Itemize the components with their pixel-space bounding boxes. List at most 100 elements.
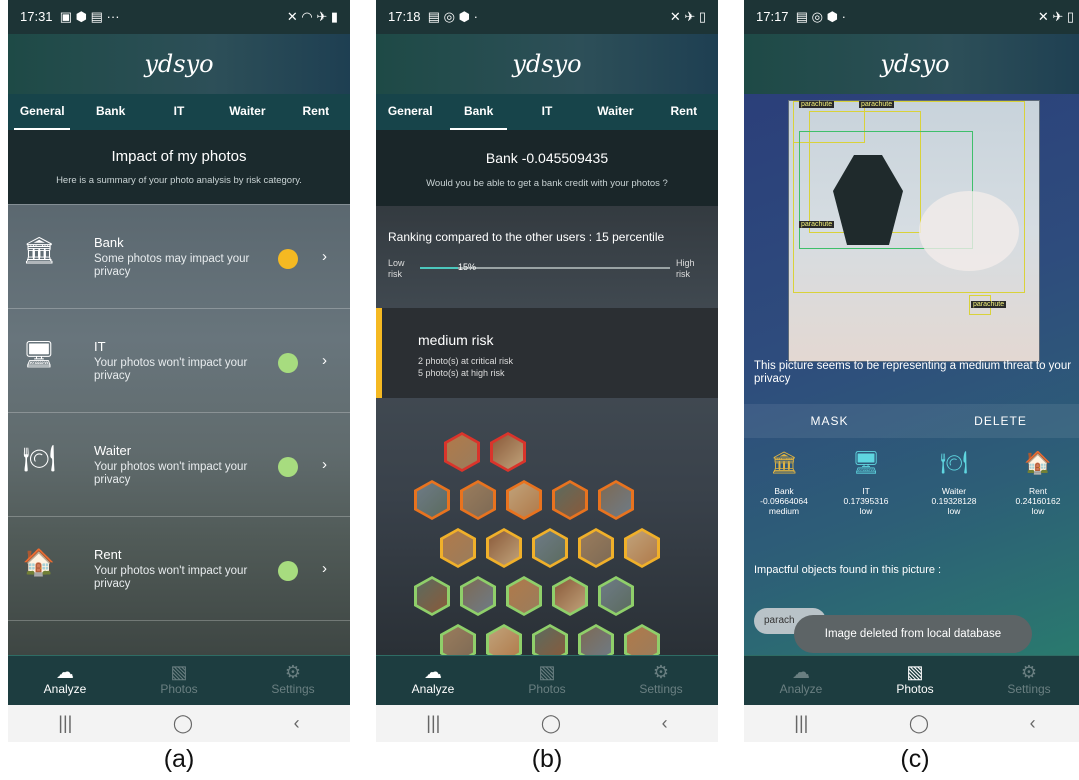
nav-photos[interactable]: ▧ Photos xyxy=(122,656,236,706)
nav-label: Settings xyxy=(639,682,683,696)
photo-thumbnail-image xyxy=(555,483,585,517)
home-button[interactable]: ◯ xyxy=(173,713,193,734)
photo-thumbnail-image xyxy=(535,627,565,655)
summary-subtitle: Here is a summary of your photo analysis… xyxy=(56,175,302,186)
home-button[interactable]: ◯ xyxy=(909,713,929,734)
photos-icon: ▧ xyxy=(906,662,924,682)
home-button[interactable]: ◯ xyxy=(541,713,561,734)
bank-icon: 🏛 xyxy=(22,235,56,265)
app-bar: ydsyo xyxy=(8,34,350,94)
gear-icon: ⚙ xyxy=(284,662,302,682)
score-rent: 🏠 Rent 0.24160162 low xyxy=(998,450,1078,517)
score-waiter: 🍽 Waiter 0.19328128 low xyxy=(914,450,994,517)
high-count: 5 photo(s) at high risk xyxy=(418,368,505,378)
tab-rent[interactable]: Rent xyxy=(282,94,350,130)
cloud-shape xyxy=(919,191,1019,271)
detection-tag: parachute xyxy=(799,101,835,108)
category-label: Rent xyxy=(94,547,122,562)
ranking-text: Ranking compared to the other users : 15… xyxy=(388,230,665,244)
score-level: medium xyxy=(768,506,800,516)
recents-button[interactable]: ||| xyxy=(58,713,72,734)
photo-detail-content: parachute parachute parachute parachute … xyxy=(744,94,1079,655)
chevron-right-icon[interactable]: › xyxy=(322,352,327,369)
bottom-navigation: ☁ Analyze ▧ Photos ⚙ Settings xyxy=(8,655,350,706)
back-button[interactable]: ‹ xyxy=(1030,713,1036,734)
nav-settings[interactable]: ⚙ Settings xyxy=(236,656,350,706)
status-icons-right: ✕ ✈ ▯ xyxy=(1037,9,1074,24)
nav-settings[interactable]: ⚙ Settings xyxy=(972,656,1079,706)
back-button[interactable]: ‹ xyxy=(662,713,668,734)
chevron-right-icon[interactable]: › xyxy=(322,560,327,577)
percentile-value: 15% xyxy=(458,262,477,272)
category-row-waiter[interactable]: 🍽 Waiter Your photos won't impact your p… xyxy=(8,412,350,513)
nav-analyze[interactable]: ☁ Analyze xyxy=(744,656,858,706)
toast-message: Image deleted from local database xyxy=(794,615,1032,653)
tab-bank[interactable]: Bank xyxy=(444,94,512,130)
score-it: 🖥 IT 0.17395316 low xyxy=(826,452,906,517)
bank-score-title: Bank -0.045509435 xyxy=(485,150,609,166)
photo-thumbnail-image xyxy=(627,627,657,655)
back-button[interactable]: ‹ xyxy=(294,713,300,734)
photos-icon: ▧ xyxy=(170,662,188,682)
category-row-bank[interactable]: 🏛 Bank Some photos may impact your priva… xyxy=(8,204,350,305)
nav-photos[interactable]: ▧ Photos xyxy=(490,656,604,706)
system-navigation: ||| ◯ ‹ xyxy=(744,705,1079,742)
tab-bar: General Bank IT Waiter Rent xyxy=(376,94,718,130)
house-icon: 🏠 xyxy=(1024,450,1052,475)
photo-thumbnail-image xyxy=(443,531,473,565)
category-description: Your photos won't impact your privacy xyxy=(94,357,248,382)
photo-thumbnail-image xyxy=(493,435,523,469)
app-logo: ydsyo xyxy=(144,50,214,78)
score-name: Rent xyxy=(1029,486,1047,496)
app-bar: ydsyo xyxy=(376,34,718,94)
status-icons-left: ▣ ⬢ ▤ ··· xyxy=(59,9,120,24)
tab-it[interactable]: IT xyxy=(513,94,581,130)
recents-button[interactable]: ||| xyxy=(794,713,808,734)
tab-general[interactable]: General xyxy=(8,94,76,130)
phone-bank: 17:18 ▤ ◎ ⬢ · ✕ ✈ ▯ ydsyo General Bank I… xyxy=(376,0,718,742)
score-bank: 🏛 Bank -0.09664064 medium xyxy=(744,452,824,517)
photo-thumbnail-image xyxy=(447,435,477,469)
nav-label: Settings xyxy=(271,682,315,696)
phone-photo-detail: 17:17 ▤ ◎ ⬢ · ✕ ✈ ▯ ydsyo parachute para… xyxy=(744,0,1079,742)
risk-level-card[interactable]: medium risk 2 photo(s) at critical risk … xyxy=(376,308,718,398)
chevron-right-icon[interactable]: › xyxy=(322,248,327,265)
nav-label: Analyze xyxy=(43,682,87,696)
summary-title: Impact of my photos xyxy=(111,148,247,165)
score-value: 0.19328128 xyxy=(931,496,977,506)
gear-icon: ⚙ xyxy=(1020,662,1038,682)
tab-bank[interactable]: Bank xyxy=(76,94,144,130)
mask-button[interactable]: MASK xyxy=(744,404,915,438)
score-name: IT xyxy=(862,486,870,496)
category-row-rent[interactable]: 🏠 Rent Your photos won't impact your pri… xyxy=(8,516,350,617)
nav-analyze[interactable]: ☁ Analyze xyxy=(8,656,122,706)
analyzed-photo: parachute parachute parachute parachute xyxy=(788,100,1040,362)
chevron-right-icon[interactable]: › xyxy=(322,456,327,473)
percentile-fill xyxy=(420,267,458,269)
delete-button[interactable]: DELETE xyxy=(915,404,1079,438)
impactful-objects-title: Impactful objects found in this picture … xyxy=(754,564,942,576)
phone-general: 17:31 ▣ ⬢ ▤ ··· ✕ ◠ ✈ ▮ ydsyo General Ba… xyxy=(8,0,350,742)
status-icons-left: ▤ ◎ ⬢ · xyxy=(427,9,478,24)
tab-rent[interactable]: Rent xyxy=(650,94,718,130)
nav-analyze[interactable]: ☁ Analyze xyxy=(376,656,490,706)
nav-photos[interactable]: ▧ Photos xyxy=(858,656,972,706)
recents-button[interactable]: ||| xyxy=(426,713,440,734)
photo-actions: MASK DELETE xyxy=(744,404,1079,438)
photo-thumbnail-image xyxy=(581,627,611,655)
category-row-partial xyxy=(8,620,350,655)
nav-settings[interactable]: ⚙ Settings xyxy=(604,656,718,706)
caption-b: (b) xyxy=(531,745,563,773)
tab-waiter[interactable]: Waiter xyxy=(213,94,281,130)
category-description: Some photos may impact your privacy xyxy=(94,253,250,278)
waiter-icon: 🍽 xyxy=(940,450,968,475)
bottom-navigation: ☁ Analyze ▧ Photos ⚙ Settings xyxy=(744,655,1079,706)
category-label: IT xyxy=(94,339,106,354)
category-row-it[interactable]: 🖥 IT Your photos won't impact your priva… xyxy=(8,308,350,409)
tab-it[interactable]: IT xyxy=(145,94,213,130)
nav-label: Photos xyxy=(160,682,198,696)
tab-general[interactable]: General xyxy=(376,94,444,130)
system-navigation: ||| ◯ ‹ xyxy=(376,705,718,742)
tab-waiter[interactable]: Waiter xyxy=(581,94,649,130)
photo-thumbnail-image xyxy=(581,531,611,565)
